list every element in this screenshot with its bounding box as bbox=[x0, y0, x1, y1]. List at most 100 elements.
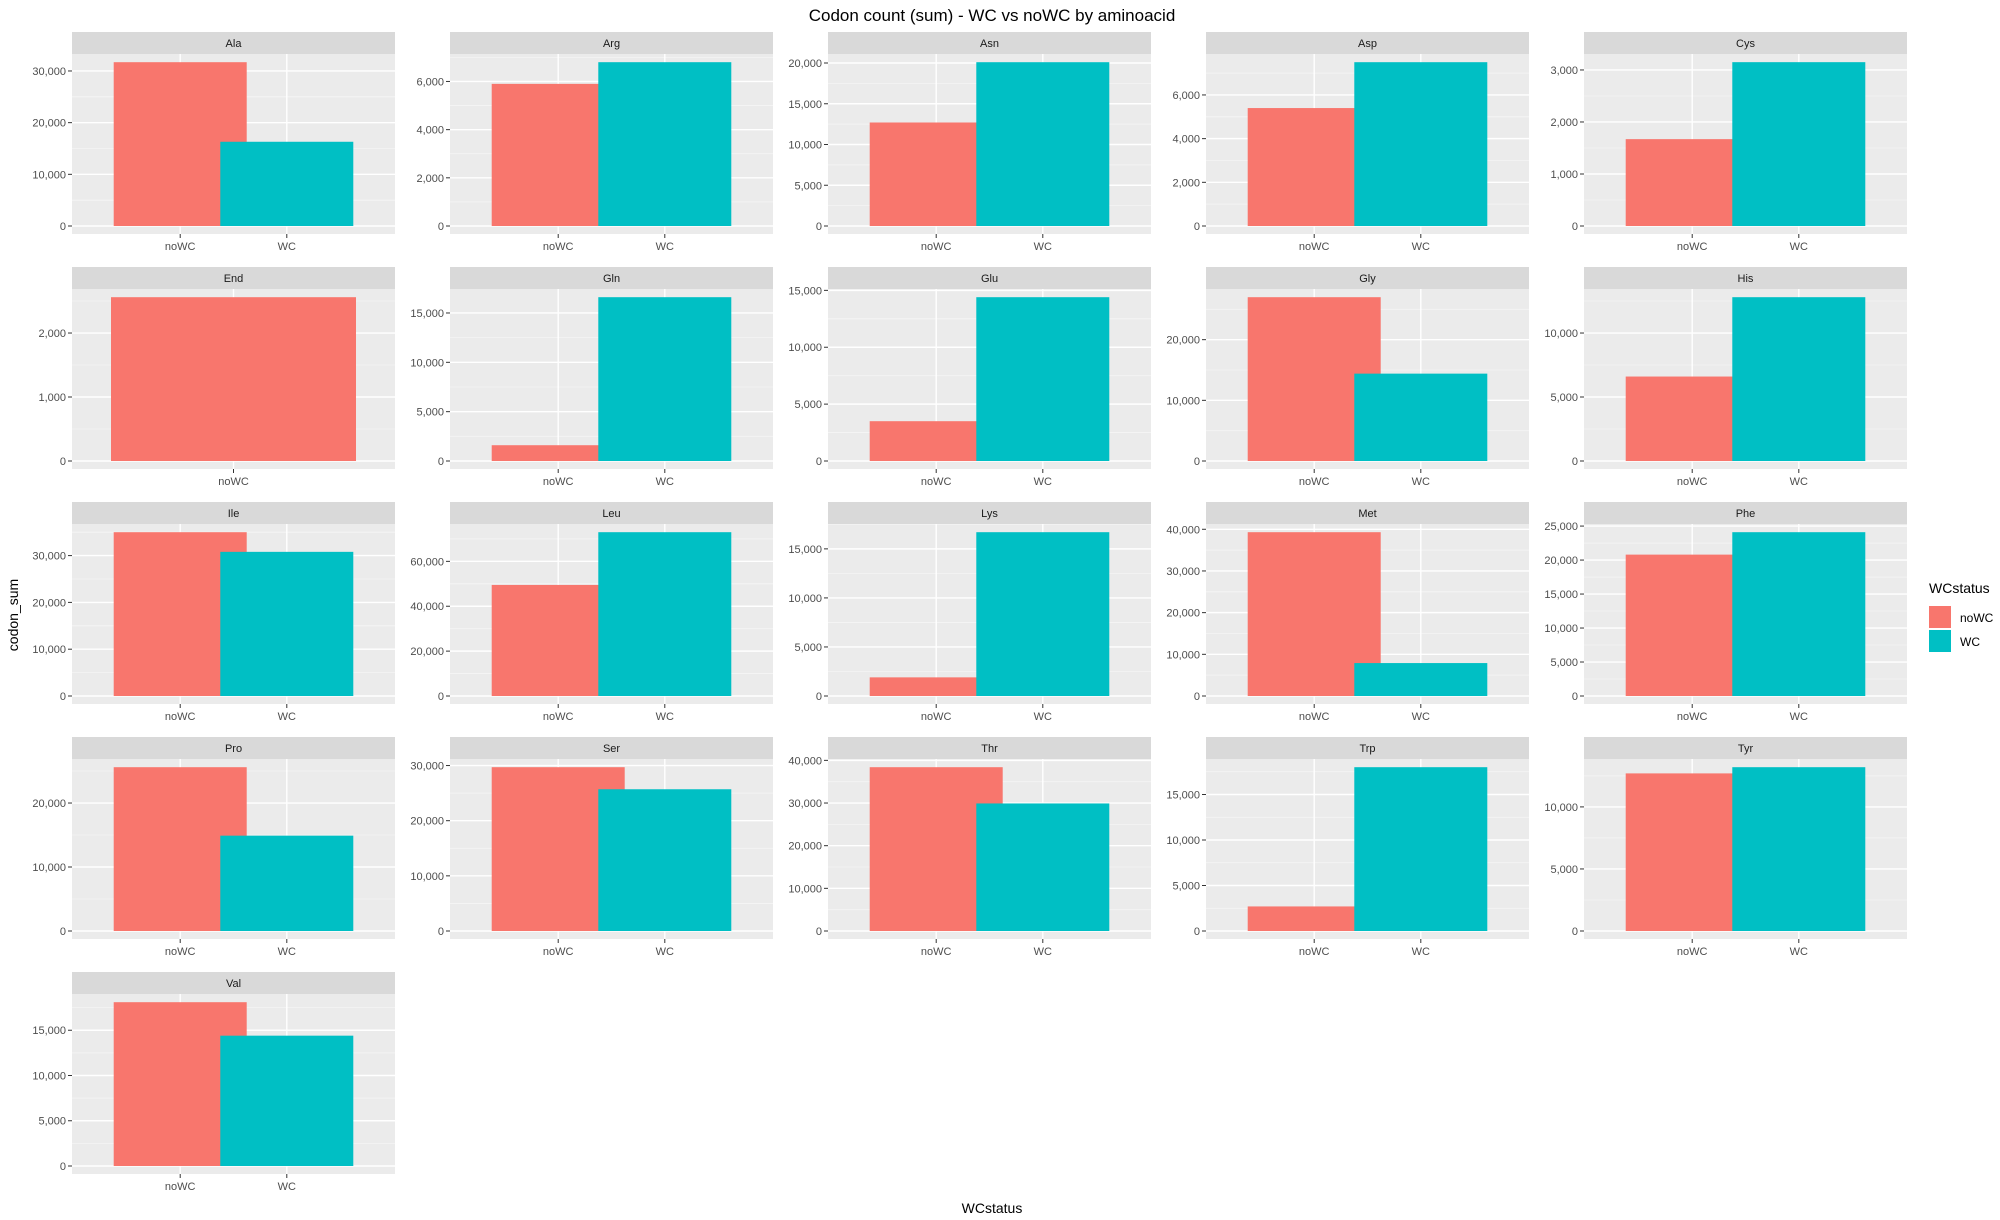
facet-cys: Cys 0 1,000 2,000 3,000 noWC WC bbox=[1550, 32, 1907, 253]
facet-gly: Gly 0 10,000 20,000 noWC WC bbox=[1166, 267, 1529, 488]
y-tick-label: 5,000 bbox=[794, 642, 822, 654]
y-tick-label: 60,000 bbox=[410, 556, 444, 568]
y-tick-label: 6,000 bbox=[416, 76, 444, 88]
facet-label-trp: Trp bbox=[1359, 743, 1375, 755]
y-tick-label: 2,000 bbox=[38, 328, 66, 340]
bar-end-nowc bbox=[111, 297, 356, 461]
y-tick-label: 15,000 bbox=[788, 99, 822, 111]
y-tick-label: 15,000 bbox=[788, 544, 822, 556]
y-tick-label: 5,000 bbox=[794, 399, 822, 411]
x-tick-label: noWC bbox=[543, 711, 574, 723]
x-tick-label: noWC bbox=[165, 711, 196, 723]
y-tick-label: 0 bbox=[438, 926, 444, 938]
x-tick-label: noWC bbox=[921, 476, 952, 488]
bar-asp-wc bbox=[1354, 62, 1488, 226]
x-tick-label: WC bbox=[1034, 476, 1052, 488]
y-tick-label: 3,000 bbox=[1550, 65, 1578, 77]
bar-asn-wc bbox=[976, 62, 1110, 226]
x-tick-label: WC bbox=[278, 1181, 296, 1193]
facet-label-val: Val bbox=[226, 978, 241, 990]
y-tick-label: 20,000 bbox=[32, 597, 66, 609]
facet-asp: Asp 0 2,000 4,000 6,000 noWC WC bbox=[1172, 32, 1529, 253]
facet-label-ala: Ala bbox=[226, 38, 243, 50]
bar-lys-wc bbox=[976, 532, 1110, 696]
facet-label-end: End bbox=[224, 273, 244, 285]
bar-tyr-wc bbox=[1732, 767, 1866, 931]
bar-ile-wc bbox=[220, 551, 354, 696]
x-tick-label: noWC bbox=[165, 241, 196, 253]
facet-label-lys: Lys bbox=[981, 508, 998, 520]
y-tick-label: 20,000 bbox=[1544, 555, 1578, 567]
facet-tyr: Tyr 0 5,000 10,000 noWC WC bbox=[1544, 737, 1907, 958]
facet-label-his: His bbox=[1738, 273, 1754, 285]
y-tick-label: 0 bbox=[1572, 691, 1578, 703]
facet-gln: Gln 0 5,000 10,000 15,000 noWC WC bbox=[410, 267, 773, 488]
facet-ile: Ile 0 10,000 20,000 30,000 noWC WC bbox=[32, 502, 395, 723]
legend-title: WCstatus bbox=[1929, 580, 1990, 596]
x-tick-label: noWC bbox=[921, 711, 952, 723]
x-tick-label: WC bbox=[1412, 241, 1430, 253]
facet-label-arg: Arg bbox=[603, 38, 620, 50]
y-tick-label: 5,000 bbox=[416, 407, 444, 419]
facet-asn: Asn 0 5,000 10,000 15,000 20,000 noWC WC bbox=[788, 32, 1151, 253]
bar-ala-wc bbox=[220, 141, 354, 226]
y-tick-label: 20,000 bbox=[788, 841, 822, 853]
legend-label-wc: WC bbox=[1960, 635, 1980, 649]
y-tick-label: 20,000 bbox=[32, 118, 66, 130]
y-tick-label: 15,000 bbox=[1544, 589, 1578, 601]
y-tick-label: 0 bbox=[816, 221, 822, 233]
x-tick-label: WC bbox=[656, 476, 674, 488]
bar-val-wc bbox=[220, 1035, 354, 1166]
y-tick-label: 20,000 bbox=[1166, 608, 1200, 620]
facet-label-phe: Phe bbox=[1736, 508, 1756, 520]
y-tick-label: 0 bbox=[438, 691, 444, 703]
y-tick-label: 10,000 bbox=[32, 1070, 66, 1082]
facet-glu: Glu 0 5,000 10,000 15,000 noWC WC bbox=[788, 267, 1151, 488]
y-tick-label: 0 bbox=[816, 926, 822, 938]
y-tick-label: 10,000 bbox=[410, 871, 444, 883]
y-tick-label: 5,000 bbox=[1550, 864, 1578, 876]
y-tick-label: 30,000 bbox=[788, 798, 822, 810]
y-tick-label: 20,000 bbox=[410, 816, 444, 828]
facet-leu: Leu 0 20,000 40,000 60,000 noWC WC bbox=[410, 502, 773, 723]
facet-label-tyr: Tyr bbox=[1738, 743, 1754, 755]
bar-phe-wc bbox=[1732, 532, 1866, 696]
y-tick-label: 4,000 bbox=[1172, 134, 1200, 146]
x-tick-label: noWC bbox=[1299, 476, 1330, 488]
y-tick-label: 0 bbox=[1572, 221, 1578, 233]
facet-met: Met 0 10,000 20,000 30,000 40,000 noWC WC bbox=[1166, 502, 1529, 723]
y-tick-label: 30,000 bbox=[32, 66, 66, 78]
x-tick-label: WC bbox=[1412, 476, 1430, 488]
bar-gly-wc bbox=[1354, 373, 1488, 461]
y-tick-label: 0 bbox=[60, 691, 66, 703]
y-tick-label: 30,000 bbox=[410, 761, 444, 773]
bar-trp-wc bbox=[1354, 767, 1488, 931]
x-tick-label: WC bbox=[656, 946, 674, 958]
x-tick-label: noWC bbox=[921, 946, 952, 958]
y-tick-label: 10,000 bbox=[1544, 328, 1578, 340]
x-tick-label: WC bbox=[1790, 946, 1808, 958]
facet-label-ser: Ser bbox=[603, 743, 620, 755]
facet-label-leu: Leu bbox=[602, 508, 620, 520]
x-tick-label: WC bbox=[656, 241, 674, 253]
y-tick-label: 0 bbox=[60, 1161, 66, 1173]
x-tick-label: noWC bbox=[543, 946, 574, 958]
y-tick-label: 0 bbox=[438, 221, 444, 233]
y-tick-label: 0 bbox=[60, 221, 66, 233]
y-tick-label: 0 bbox=[1194, 691, 1200, 703]
bar-thr-wc bbox=[976, 803, 1110, 931]
x-tick-label: WC bbox=[1412, 711, 1430, 723]
y-tick-label: 2,000 bbox=[1550, 117, 1578, 129]
facet-label-gln: Gln bbox=[603, 273, 620, 285]
y-tick-label: 10,000 bbox=[1544, 623, 1578, 635]
y-tick-label: 4,000 bbox=[416, 125, 444, 137]
y-tick-label: 1,000 bbox=[1550, 169, 1578, 181]
y-tick-label: 5,000 bbox=[1172, 880, 1200, 892]
facet-his: His 0 5,000 10,000 noWC WC bbox=[1544, 267, 1907, 488]
x-tick-label: WC bbox=[278, 241, 296, 253]
y-tick-label: 10,000 bbox=[1166, 395, 1200, 407]
y-tick-label: 10,000 bbox=[1166, 835, 1200, 847]
y-tick-label: 5,000 bbox=[1550, 392, 1578, 404]
x-tick-label: WC bbox=[1412, 946, 1430, 958]
x-tick-label: noWC bbox=[1677, 241, 1708, 253]
